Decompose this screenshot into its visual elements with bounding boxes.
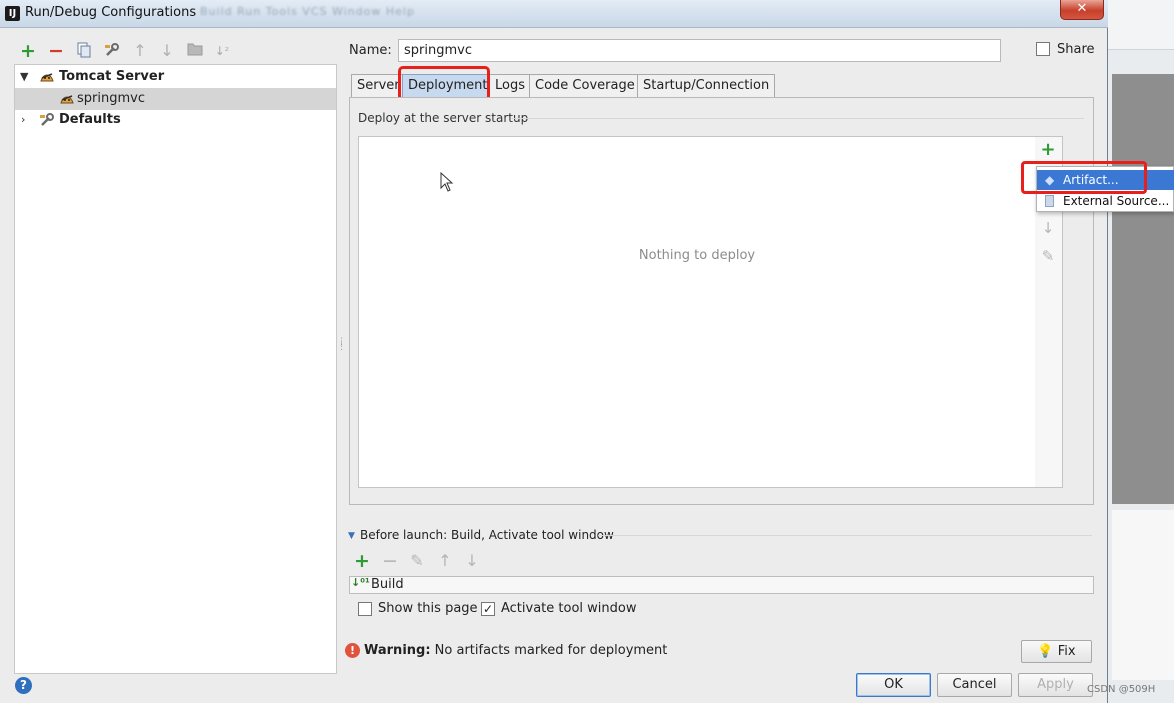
window-title: Run/Debug Configurations xyxy=(25,5,197,20)
apply-button[interactable]: Apply xyxy=(1018,673,1093,697)
remove-icon[interactable]: − xyxy=(47,42,65,61)
edit-pencil-icon[interactable]: ✎ xyxy=(408,552,426,570)
annotation-highlight-artifact xyxy=(1021,161,1147,194)
cancel-button[interactable]: Cancel xyxy=(937,673,1012,697)
show-this-page-checkbox[interactable] xyxy=(358,602,372,616)
mouse-cursor-icon xyxy=(440,172,454,192)
activate-tool-window-label[interactable]: Activate tool window xyxy=(501,601,636,616)
divider xyxy=(512,118,1084,119)
ok-button[interactable]: OK xyxy=(856,673,931,697)
deploy-list[interactable] xyxy=(358,136,1036,488)
warning-prefix: Warning: xyxy=(364,643,431,658)
before-launch-title[interactable]: Before launch: Build, Activate tool wind… xyxy=(360,528,614,542)
warning-message: No artifacts marked for deployment xyxy=(434,643,668,658)
intellij-app-icon: IJ xyxy=(5,6,20,21)
move-down-icon[interactable]: ↓ xyxy=(158,42,176,60)
folder-icon[interactable] xyxy=(186,42,204,60)
background-window xyxy=(1108,0,1174,703)
wrench-icon[interactable] xyxy=(103,42,121,60)
remove-task-icon[interactable]: − xyxy=(381,552,399,571)
show-this-page-label[interactable]: Show this page xyxy=(378,601,478,616)
tab-logs[interactable]: Logs xyxy=(489,74,531,97)
tomcat-icon xyxy=(39,69,55,85)
move-down-icon[interactable]: ↓ xyxy=(463,552,481,570)
run-debug-dialog: IJ Run/Debug Configurations Build Run To… xyxy=(0,0,1108,703)
wrench-icon xyxy=(39,112,55,128)
deploy-section-title: Deploy at the server startup xyxy=(358,111,529,125)
warning-icon: ! xyxy=(345,643,360,658)
task-label: Build xyxy=(371,577,404,592)
annotation-highlight-deployment xyxy=(398,66,490,101)
add-icon[interactable]: + xyxy=(19,42,37,61)
add-task-icon[interactable]: + xyxy=(353,552,371,571)
splitter-handle[interactable]: ⋮ ⋮ xyxy=(337,338,346,360)
tree-item-label: springmvc xyxy=(77,91,145,106)
share-checkbox[interactable] xyxy=(1036,42,1050,56)
tab-code-coverage[interactable]: Code Coverage xyxy=(529,74,641,97)
menu-item-external-source[interactable]: External Source... xyxy=(1037,191,1174,211)
tree-item-label: Tomcat Server xyxy=(59,69,165,84)
move-up-icon[interactable]: ↑ xyxy=(436,552,454,570)
activate-tool-window-checkbox[interactable]: ✓ xyxy=(481,602,495,616)
tomcat-icon xyxy=(59,91,75,107)
menu-item-label: External Source... xyxy=(1063,194,1170,208)
name-label: Name: xyxy=(349,43,392,58)
background-panel xyxy=(1112,510,1174,680)
tree-item-tomcat-server[interactable]: ▼ Tomcat Server xyxy=(15,66,336,88)
help-button[interactable]: ? xyxy=(15,677,32,694)
chevron-right-icon[interactable]: › xyxy=(21,109,25,131)
chevron-down-icon[interactable]: ▼ xyxy=(20,66,28,88)
share-label[interactable]: Share xyxy=(1057,42,1095,57)
copy-icon[interactable] xyxy=(75,42,93,60)
watermark: CSDN @509H xyxy=(1087,684,1156,695)
task-row-build[interactable] xyxy=(349,576,1094,594)
external-source-icon xyxy=(1045,195,1054,207)
collapse-triangle-icon[interactable]: ▼ xyxy=(348,531,355,541)
edit-pencil-icon[interactable]: ✎ xyxy=(1038,247,1058,265)
divider xyxy=(598,535,1092,536)
lightbulb-icon: 💡 xyxy=(1037,644,1054,659)
name-input[interactable]: springmvc xyxy=(398,39,1001,62)
add-icon[interactable]: + xyxy=(1038,139,1058,160)
fix-label: Fix xyxy=(1057,644,1076,659)
background-editor xyxy=(1112,74,1174,504)
background-toolbar xyxy=(1108,0,1174,50)
tree-item-springmvc[interactable]: springmvc xyxy=(15,88,336,110)
empty-state-text: Nothing to deploy xyxy=(638,248,756,263)
warning-text: Warning: No artifacts marked for deploym… xyxy=(364,643,667,658)
blurred-menu-text: Build Run Tools VCS Window Help xyxy=(200,5,415,18)
move-down-icon[interactable]: ↓ xyxy=(1038,219,1058,237)
sort-icon[interactable]: ↓ᶻ xyxy=(213,42,231,60)
tree-item-defaults[interactable]: › Defaults xyxy=(15,109,336,131)
build-icon: ↓⁰¹ xyxy=(351,576,370,589)
close-button[interactable]: ✕ xyxy=(1060,0,1104,20)
tab-startup-connection[interactable]: Startup/Connection xyxy=(637,74,776,97)
fix-button[interactable]: 💡 Fix xyxy=(1021,640,1092,663)
move-up-icon[interactable]: ↑ xyxy=(131,42,149,60)
configuration-tree: ▼ Tomcat Server springmvc › Defaults xyxy=(14,64,337,674)
tree-item-label: Defaults xyxy=(59,112,121,127)
